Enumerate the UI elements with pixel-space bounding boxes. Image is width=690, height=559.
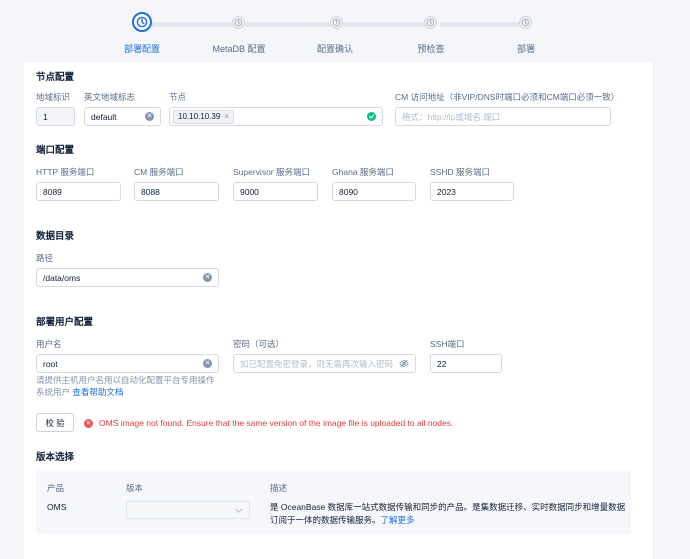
clear-icon[interactable]: ✕ — [203, 359, 212, 368]
cm-address-placeholder: 格式：http://ip或域名:端口 — [402, 111, 501, 122]
supervisor-port-label: Supervisor 服务端口 — [233, 167, 310, 177]
port-config-title: 端口配置 — [36, 145, 75, 156]
ssh-port-input[interactable]: 22 — [430, 354, 502, 373]
sshd-port-value: 2023 — [437, 186, 456, 197]
ssh-port-value: 22 — [437, 358, 447, 369]
node-label: 节点 — [169, 92, 187, 102]
desc-line1: 是 OceanBase 数据库一站式数据传输和同步的产品。是集数据迁移、实时数据… — [270, 502, 626, 512]
path-input[interactable]: /data/oms ✕ — [36, 268, 219, 287]
region-id-value: 1 — [43, 111, 48, 122]
http-port-value: 8089 — [43, 186, 62, 197]
cm-port-input[interactable]: 8088 — [134, 182, 219, 201]
sshd-port-label: SSHD 服务端口 — [430, 167, 490, 177]
password-label: 密码（可选） — [233, 339, 285, 349]
step-5-clock-icon — [519, 16, 532, 29]
sshd-port-input[interactable]: 2023 — [430, 182, 514, 201]
data-dir-title: 数据目录 — [36, 231, 75, 242]
col-product-header: 产品 — [47, 483, 65, 493]
ghana-port-value: 8090 — [339, 186, 358, 197]
col-version-header: 版本 — [126, 483, 144, 493]
eye-off-icon[interactable] — [399, 359, 409, 368]
step-connector — [440, 22, 522, 27]
region-id-input: 1 — [36, 107, 75, 126]
http-port-label: HTTP 服务端口 — [36, 167, 95, 177]
steps-progress: 部署配置 MetaDB 配置 配置确认 预检查 部署 — [0, 0, 690, 62]
clock-icon — [521, 18, 530, 27]
supervisor-port-input[interactable]: 9000 — [233, 182, 318, 201]
verify-button[interactable]: 校 验 — [36, 413, 74, 432]
deploy-config-card: 节点配置 地域标识 1 英文地域标志 default ✕ 节点 10.10.10… — [24, 62, 652, 559]
username-label: 用户名 — [36, 339, 62, 349]
cm-address-input[interactable]: 格式：http://ip或域名:端口 — [395, 107, 611, 126]
step-label-config-confirm: 配置确认 — [316, 44, 354, 54]
step-connector — [150, 22, 234, 27]
username-value: root — [43, 358, 58, 369]
col-desc-header: 描述 — [270, 483, 288, 493]
learn-more-link[interactable]: 了解更多 — [381, 515, 415, 525]
verify-error: ✕ OMS image not found. Ensure that the s… — [84, 418, 453, 428]
product-description: 是 OceanBase 数据库一站式数据传输和同步的产品。是集数据迁移、实时数据… — [270, 501, 626, 527]
node-select[interactable]: 10.10.10.39 × — [169, 107, 383, 126]
path-value: /data/oms — [43, 272, 81, 283]
clock-icon — [332, 18, 341, 27]
clear-icon[interactable]: ✕ — [203, 273, 212, 282]
region-id-label: 地域标识 — [36, 92, 71, 102]
desc-line2: 订阅于一体的数据传输服务。 — [270, 515, 381, 525]
ssh-port-label: SSH端口 — [430, 339, 465, 349]
region-en-value: default — [91, 111, 117, 122]
step-4-clock-icon — [424, 16, 437, 29]
password-input[interactable]: 如已配置免密登录，则无需再次输入密码 — [233, 354, 416, 373]
node-tag: 10.10.10.39 × — [173, 109, 234, 124]
chevron-down-icon — [235, 508, 243, 513]
region-en-input[interactable]: default ✕ — [84, 107, 161, 126]
ghana-port-label: Ghana 服务端口 — [332, 167, 394, 177]
username-helper: 请提供主机用户名用以自动化配置平台专用操作 系统用户 查看帮助文档 — [36, 374, 236, 398]
clock-icon — [426, 18, 435, 27]
cm-port-label: CM 服务端口 — [134, 167, 184, 177]
step-3-clock-icon — [330, 16, 343, 29]
helper-text-line2: 系统用户 — [36, 387, 71, 397]
cm-port-value: 8088 — [141, 186, 160, 197]
path-label: 路径 — [36, 253, 54, 263]
helper-text-line1: 请提供主机用户名用以自动化配置平台专用操作 — [36, 375, 215, 385]
product-name: OMS — [47, 502, 67, 512]
version-table: 产品 版本 描述 OMS 是 OceanBase 数据库一站式数据传输和同步的产… — [36, 470, 631, 534]
http-port-input[interactable]: 8089 — [36, 182, 121, 201]
step-label-precheck: 预检查 — [417, 44, 445, 54]
clock-icon — [234, 18, 243, 27]
region-en-label: 英文地域标志 — [84, 92, 136, 102]
step-connector — [244, 22, 332, 27]
clear-icon[interactable]: ✕ — [145, 112, 154, 121]
step-1-clock-icon — [132, 12, 152, 32]
step-label-metadb-config: MetaDB 配置 — [212, 44, 266, 54]
cm-address-label: CM 访问地址（非VIP/DNS时端口必须和CM端口必须一致） — [395, 92, 620, 102]
version-select[interactable] — [126, 501, 250, 519]
password-placeholder: 如已配置免密登录，则无需再次输入密码 — [240, 358, 394, 369]
step-connector — [342, 22, 430, 27]
step-label-deploy-config: 部署配置 — [123, 44, 161, 54]
version-title: 版本选择 — [36, 452, 75, 463]
check-circle-icon — [367, 112, 376, 121]
verify-error-message: OMS image not found. Ensure that the sam… — [99, 418, 454, 428]
node-config-title: 节点配置 — [36, 72, 75, 83]
node-tag-label: 10.10.10.39 — [178, 112, 221, 121]
error-circle-icon: ✕ — [84, 418, 93, 428]
step-2-clock-icon — [232, 16, 245, 29]
clock-icon — [136, 16, 148, 28]
help-doc-link[interactable]: 查看帮助文档 — [72, 387, 123, 397]
ghana-port-input[interactable]: 8090 — [332, 182, 416, 201]
tag-close-icon[interactable]: × — [224, 112, 229, 121]
username-input[interactable]: root ✕ — [36, 354, 219, 373]
user-config-title: 部署用户配置 — [36, 317, 94, 328]
supervisor-port-value: 9000 — [240, 186, 259, 197]
step-label-deploy: 部署 — [516, 44, 536, 54]
